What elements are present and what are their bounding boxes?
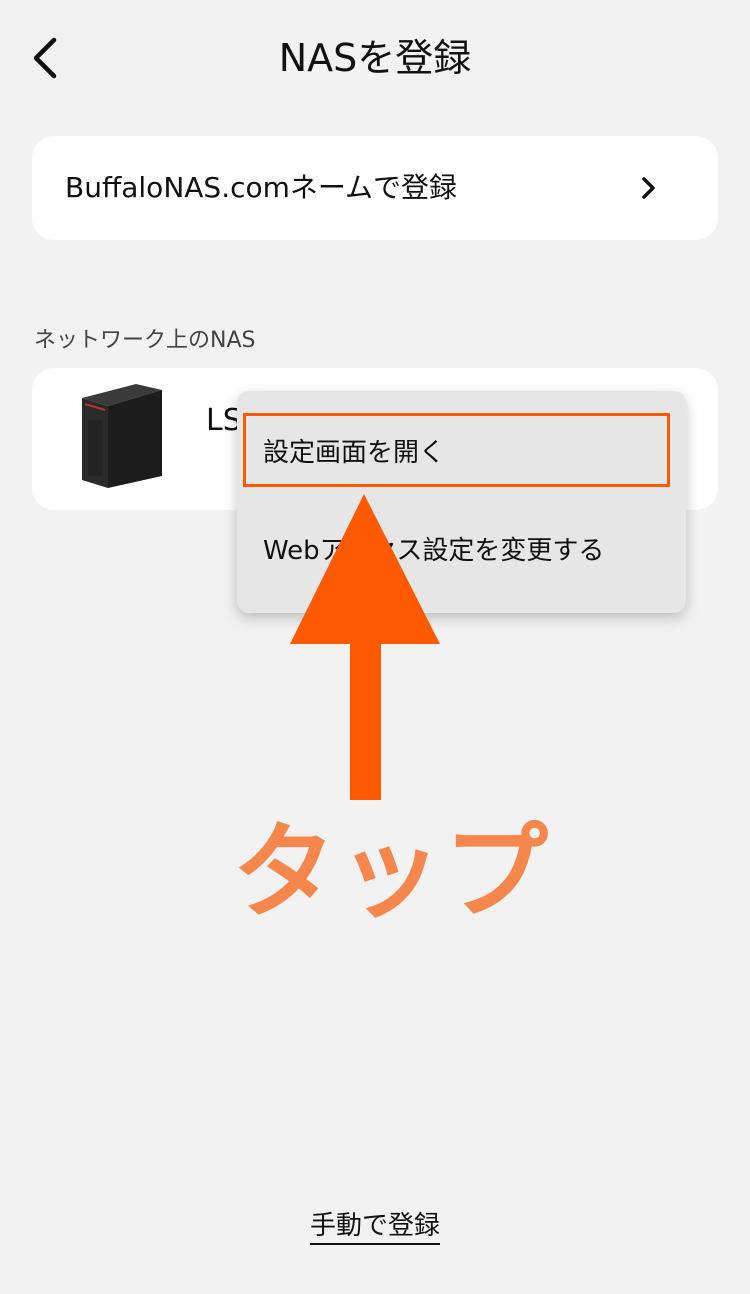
menu-item-open-settings[interactable]: 設定画面を開く: [237, 413, 686, 487]
tap-annotation: タップ: [232, 811, 551, 933]
section-label: ネットワーク上のNAS: [34, 328, 256, 353]
register-by-nas-name-label: BuffaloNAS.comネームで登録: [65, 171, 458, 204]
register-by-nas-name-button[interactable]: BuffaloNAS.comネームで登録: [32, 136, 718, 240]
menu-item-web-access-settings[interactable]: Webアクセス設定を変更する: [237, 509, 686, 593]
page-title: NASを登録: [278, 36, 472, 80]
menu-item-label: 設定画面を開く: [263, 438, 446, 468]
nas-device-icon: [82, 384, 162, 488]
chevron-right-icon: [642, 177, 655, 199]
context-menu: 設定画面を開く Webアクセス設定を変更する: [237, 391, 686, 613]
menu-item-label: Webアクセス設定を変更する: [263, 536, 605, 566]
manual-register-link-wrap: 手動で登録: [0, 1206, 750, 1246]
manual-register-link[interactable]: 手動で登録: [309, 1211, 440, 1245]
